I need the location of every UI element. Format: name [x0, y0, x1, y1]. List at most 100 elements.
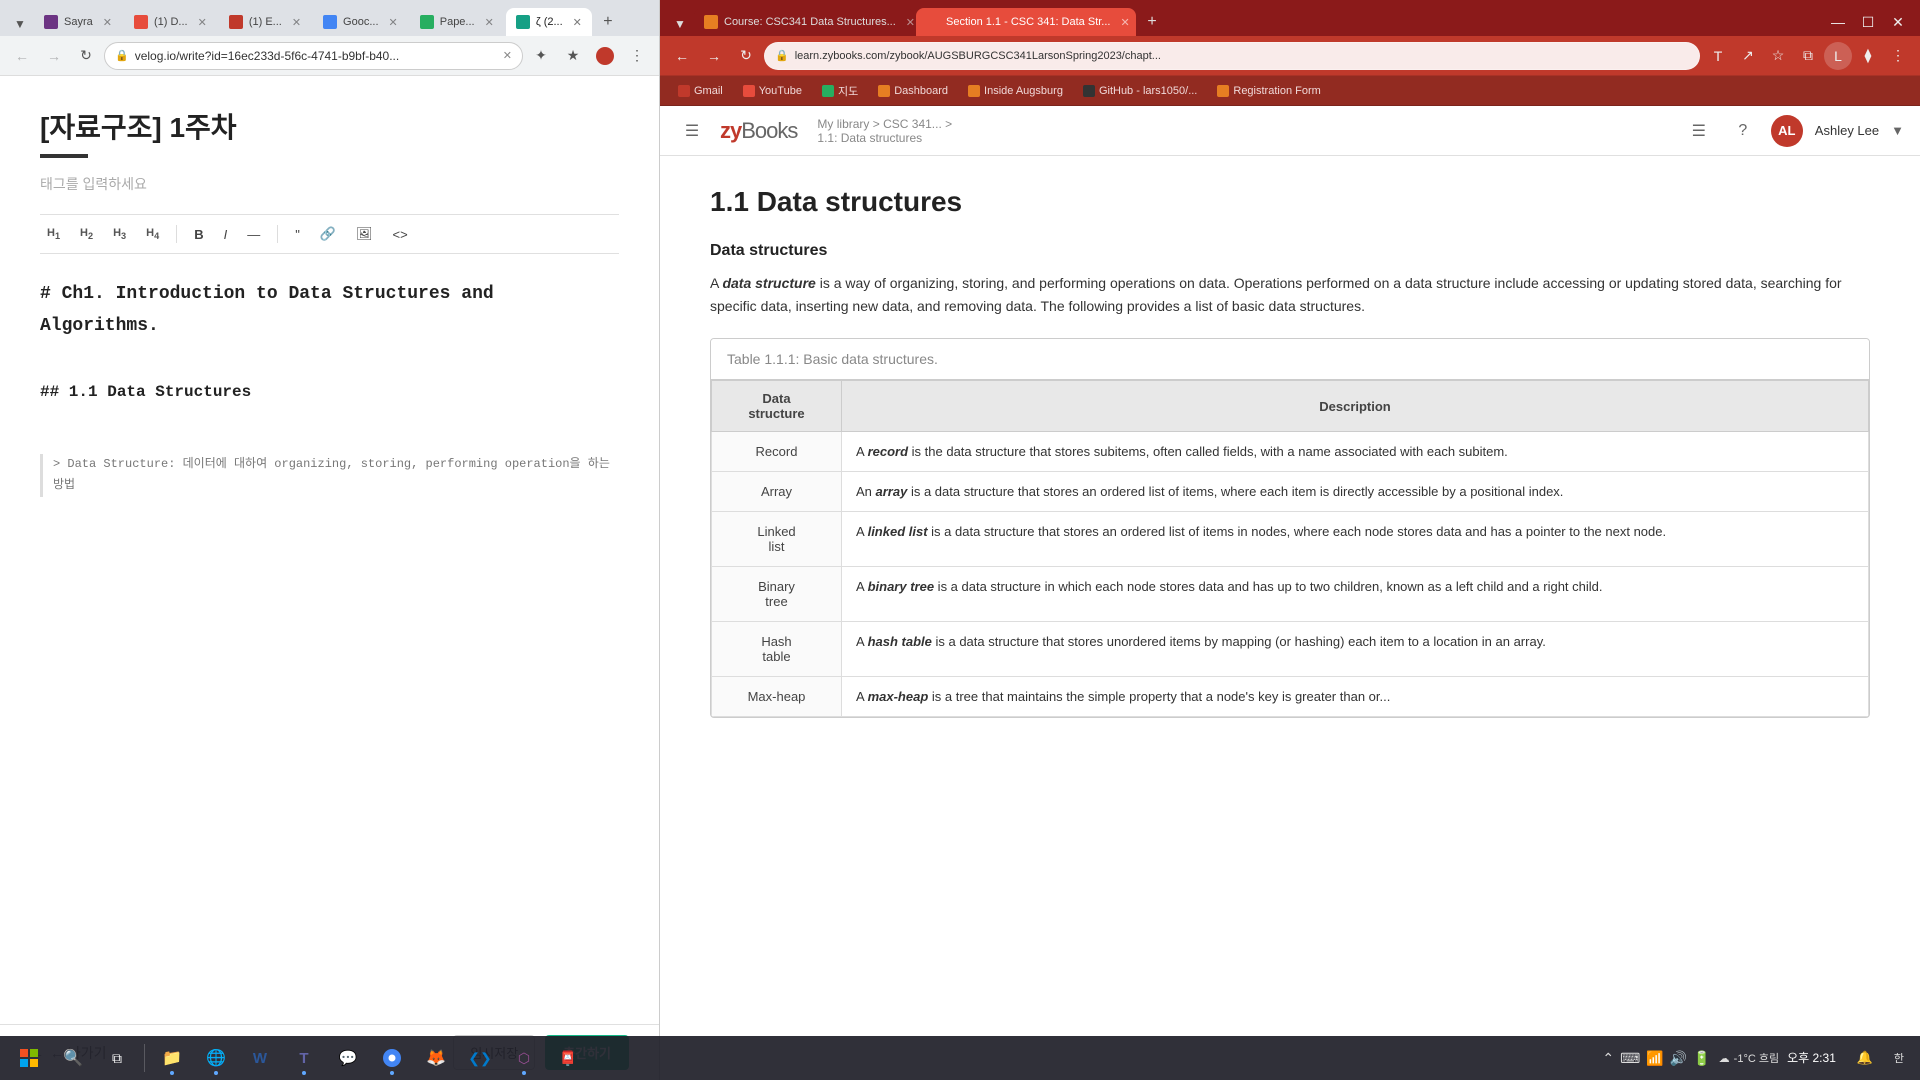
heading3-btn[interactable]: H3 — [106, 224, 133, 244]
ext-btn[interactable]: ⧫ — [1854, 42, 1882, 70]
bookmark-gmail[interactable]: Gmail — [670, 80, 731, 102]
bold-btn[interactable]: B — [187, 224, 210, 245]
tab-close-velog[interactable]: ✕ — [573, 16, 582, 29]
up-arrow-icon[interactable]: ⌃ — [1602, 1050, 1614, 1067]
lang-indicator[interactable]: 한 — [1894, 1050, 1904, 1066]
tab-d[interactable]: (1) D... ✕ — [124, 8, 217, 36]
profile-btn-left[interactable] — [591, 42, 619, 70]
task-view-button[interactable]: ⧉ — [96, 1039, 138, 1077]
bookmark-dashboard[interactable]: Dashboard — [870, 80, 956, 102]
editor-tag-input[interactable]: 태그를 입력하세요 — [40, 174, 619, 194]
italic-btn[interactable]: I — [217, 224, 235, 245]
tab-velog[interactable]: ζ (2... ✕ — [506, 8, 592, 36]
tab-close-e[interactable]: ✕ — [292, 16, 301, 29]
extensions-btn-left[interactable]: ✦ — [527, 42, 555, 70]
file-explorer-button[interactable]: 📁 — [151, 1039, 193, 1077]
tab-e[interactable]: (1) E... ✕ — [219, 8, 311, 36]
tab-label-paper: Pape... — [440, 16, 475, 28]
new-tab-button-left[interactable]: + — [594, 8, 622, 36]
back-button-right[interactable]: ← — [668, 42, 696, 70]
tab-section[interactable]: Section 1.1 - CSC 341: Data Str... ✕ — [916, 8, 1136, 36]
books-part: Books — [741, 118, 797, 143]
profile-btn-right[interactable]: L — [1824, 42, 1852, 70]
user-name[interactable]: Ashley Lee — [1815, 123, 1879, 138]
bookmark-github[interactable]: GitHub - lars1050/... — [1075, 80, 1205, 102]
tab-overflow-left[interactable]: ▼ — [8, 12, 32, 36]
visual-studio-button[interactable]: ⬡ — [503, 1039, 545, 1077]
bookmark-star-right[interactable]: ☆ — [1764, 42, 1792, 70]
translate-btn[interactable]: T — [1704, 42, 1732, 70]
tab-close-paper[interactable]: ✕ — [485, 16, 494, 29]
network-icon[interactable]: 📶 — [1646, 1050, 1663, 1067]
bold-linked-list: linked list — [868, 524, 928, 539]
keyboard-icon[interactable]: ⌨ — [1620, 1050, 1640, 1067]
bookmark-map[interactable]: 지도 — [814, 80, 866, 102]
maximize-btn[interactable]: ☐ — [1854, 8, 1882, 36]
extra-app-button[interactable]: 📮 — [547, 1039, 589, 1077]
address-bar-left[interactable]: 🔒 velog.io/write?id=16ec233d-5f6c-4741-b… — [104, 42, 523, 70]
discord-button[interactable]: 💬 — [327, 1039, 369, 1077]
help-btn[interactable]: ? — [1727, 115, 1759, 147]
editor-divider — [40, 154, 88, 158]
heading1-btn[interactable]: H1 — [40, 224, 67, 244]
tab-paper[interactable]: Pape... ✕ — [410, 8, 504, 36]
strikethrough-btn[interactable]: — — [240, 224, 267, 245]
breadcrumb-course[interactable]: CSC 341... — [883, 117, 942, 131]
bookmark-registration[interactable]: Registration Form — [1209, 80, 1328, 102]
quote-btn[interactable]: " — [288, 224, 307, 245]
teams-button[interactable]: T — [283, 1039, 325, 1077]
bookmark-youtube[interactable]: YouTube — [735, 80, 810, 102]
code-btn[interactable]: <> — [386, 224, 415, 245]
breadcrumb-library[interactable]: My library — [817, 117, 869, 131]
edge-button[interactable]: 🌐 — [195, 1039, 237, 1077]
forward-button-left[interactable]: → — [40, 42, 68, 70]
share-btn[interactable]: ↗ — [1734, 42, 1762, 70]
bookmark-inside-augsburg[interactable]: Inside Augsburg — [960, 80, 1071, 102]
vscode-button[interactable]: ❮❯ — [459, 1039, 501, 1077]
image-btn[interactable]: 🖼 — [349, 223, 380, 245]
close-btn[interactable]: ✕ — [1884, 8, 1912, 36]
start-button[interactable] — [8, 1039, 50, 1077]
tab-close-sayra[interactable]: ✕ — [103, 16, 112, 29]
address-bar-right[interactable]: 🔒 learn.zybooks.com/zybook/AUGSBURGCSC34… — [764, 42, 1700, 70]
system-clock[interactable]: 오후 2:31 — [1787, 1050, 1836, 1067]
reload-button-right[interactable]: ↻ — [732, 42, 760, 70]
word-button[interactable]: W — [239, 1039, 281, 1077]
forward-button-right[interactable]: → — [700, 42, 728, 70]
zybooks-content: 1.1 Data structures Data structures A da… — [660, 156, 1920, 1080]
tab-google[interactable]: Gooc... ✕ — [313, 8, 408, 36]
firefox-button[interactable]: 🦊 — [415, 1039, 457, 1077]
bm-label-dashboard: Dashboard — [894, 85, 948, 97]
menu-btn-right[interactable]: ⋮ — [1884, 42, 1912, 70]
tab-close-d[interactable]: ✕ — [198, 16, 207, 29]
search-button[interactable]: 🔍 — [52, 1039, 94, 1077]
notification-btn[interactable]: 🔔 — [1844, 1039, 1886, 1077]
minimize-btn[interactable]: — — [1824, 8, 1852, 36]
clock-time: 오후 2:31 — [1787, 1050, 1836, 1067]
tab-sayra[interactable]: Sayra ✕ — [34, 8, 122, 36]
bookmark-btn-left[interactable]: ★ — [559, 42, 587, 70]
back-button-left[interactable]: ← — [8, 42, 36, 70]
reload-button-left[interactable]: ↻ — [72, 42, 100, 70]
battery-icon[interactable]: 🔋 — [1693, 1050, 1710, 1067]
heading2-btn[interactable]: H2 — [73, 224, 100, 244]
weather-widget[interactable]: ☁ -1°C 흐림 — [1719, 1050, 1779, 1066]
tab-close-google[interactable]: ✕ — [389, 16, 398, 29]
collection-btn[interactable]: ⧉ — [1794, 42, 1822, 70]
tab-label-d: (1) D... — [154, 16, 188, 28]
link-btn[interactable]: 🔗 — [313, 223, 343, 245]
chrome-button[interactable] — [371, 1039, 413, 1077]
content-list-btn[interactable]: ☰ — [1683, 115, 1715, 147]
heading4-btn[interactable]: H4 — [139, 224, 166, 244]
tab-close-section[interactable]: ✕ — [1120, 16, 1129, 29]
hamburger-menu-btn[interactable]: ☰ — [676, 115, 708, 147]
tab-close-course[interactable]: ✕ — [906, 16, 914, 29]
user-dropdown-icon[interactable]: ▼ — [1891, 123, 1904, 138]
bm-label-registration: Registration Form — [1233, 85, 1320, 97]
menu-btn-left[interactable]: ⋮ — [623, 42, 651, 70]
editor-body[interactable]: # Ch1. Introduction to Data Structures a… — [40, 278, 619, 497]
volume-icon[interactable]: 🔊 — [1670, 1050, 1687, 1067]
tab-course[interactable]: Course: CSC341 Data Structures... ✕ — [694, 8, 914, 36]
tab-overflow-right[interactable]: ▼ — [668, 12, 692, 36]
new-tab-button-right[interactable]: + — [1138, 8, 1166, 36]
